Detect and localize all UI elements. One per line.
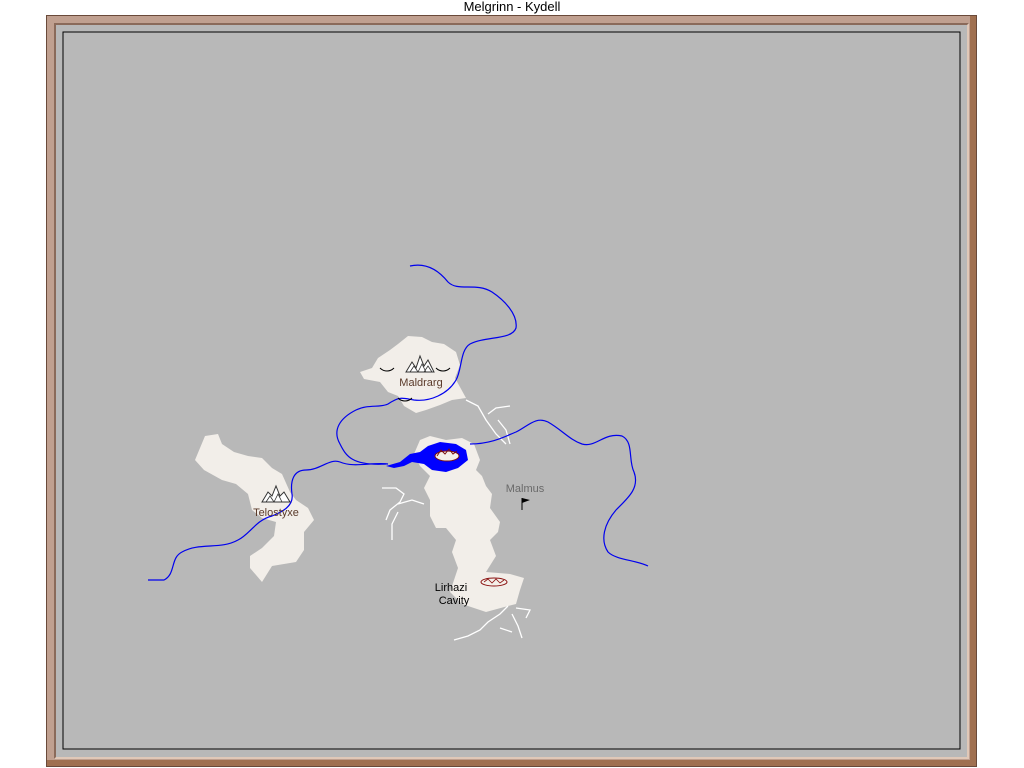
place-label-maldrarg[interactable]: Maldrarg <box>399 377 442 389</box>
maldrarg-island <box>360 336 466 413</box>
road <box>397 499 425 505</box>
river-layer <box>148 264 649 581</box>
place-label-telostyxe[interactable]: Telostyxe <box>253 507 299 519</box>
road <box>497 419 511 445</box>
river-east <box>469 419 649 567</box>
road <box>382 487 405 521</box>
road <box>515 607 531 619</box>
flag-icon[interactable] <box>521 498 530 510</box>
road <box>391 511 399 540</box>
place-label-malmus[interactable]: Malmus <box>506 483 545 495</box>
road <box>453 605 509 641</box>
place-label-lirhazi[interactable]: Lirhazi <box>435 582 467 594</box>
road <box>511 613 523 639</box>
map-layer: Maldrarg Telostyxe Malmus Lirhazi Cavity <box>62 31 961 750</box>
road <box>499 627 513 633</box>
road <box>487 405 511 415</box>
place-label-cavity[interactable]: Cavity <box>439 595 470 607</box>
map-inner-border <box>62 31 961 750</box>
cavity-icon[interactable] <box>480 577 508 587</box>
land-layer <box>195 336 524 612</box>
